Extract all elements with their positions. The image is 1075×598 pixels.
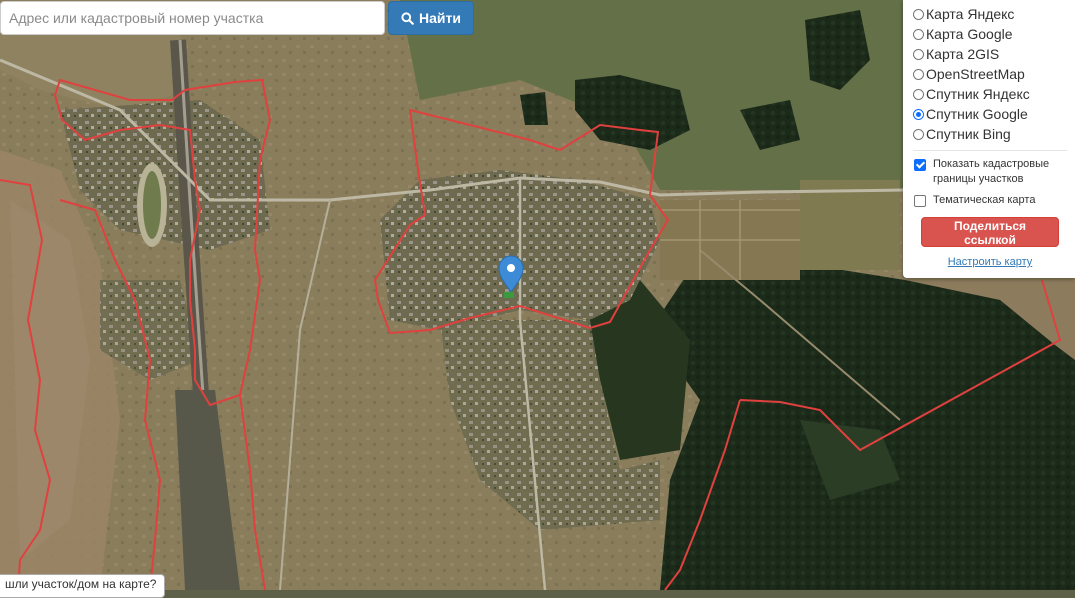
search-input[interactable] bbox=[0, 1, 385, 35]
layer-option-openstreetmap[interactable]: OpenStreetMap bbox=[913, 64, 1067, 84]
radio-button[interactable] bbox=[913, 28, 924, 40]
layer-option-google-satellite[interactable]: Спутник Google bbox=[913, 104, 1067, 124]
cadastral-toggle[interactable]: Показать кадастровые границы участков bbox=[913, 157, 1067, 187]
search-button-label: Найти bbox=[419, 10, 461, 26]
layer-list: Карта Яндекс Карта Google Карта 2GIS Ope… bbox=[913, 4, 1067, 144]
radio-button[interactable] bbox=[913, 88, 924, 100]
layer-label: Спутник Google bbox=[926, 106, 1028, 122]
thematic-toggle[interactable]: Тематическая карта bbox=[913, 193, 1067, 208]
layer-label: Спутник Bing bbox=[926, 126, 1011, 142]
forest-top-4 bbox=[520, 92, 548, 125]
layer-option-yandex-satellite[interactable]: Спутник Яндекс bbox=[913, 84, 1067, 104]
layer-label: Карта Google bbox=[926, 26, 1013, 42]
hint-tooltip[interactable]: шли участок/дом на карте? bbox=[0, 574, 166, 598]
stadium-field bbox=[143, 171, 161, 239]
search-button[interactable]: Найти bbox=[388, 1, 474, 35]
radio-button[interactable] bbox=[913, 48, 924, 60]
layer-option-bing-satellite[interactable]: Спутник Bing bbox=[913, 124, 1067, 144]
radio-button-selected[interactable] bbox=[913, 108, 924, 120]
layer-label: OpenStreetMap bbox=[926, 66, 1025, 82]
thematic-checkbox[interactable] bbox=[914, 195, 926, 207]
cadastral-label: Показать кадастровые границы участков bbox=[933, 158, 1050, 185]
layer-option-2gis-map[interactable]: Карта 2GIS bbox=[913, 44, 1067, 64]
search-bar: Найти bbox=[0, 1, 474, 35]
layer-panel: Карта Яндекс Карта Google Карта 2GIS Ope… bbox=[903, 0, 1075, 278]
layer-option-yandex-map[interactable]: Карта Яндекс bbox=[913, 4, 1067, 24]
layer-label: Спутник Яндекс bbox=[926, 86, 1030, 102]
layer-label: Карта 2GIS bbox=[926, 46, 1000, 62]
parcel-highlight bbox=[504, 292, 514, 298]
search-icon bbox=[401, 11, 414, 25]
panel-divider bbox=[913, 150, 1067, 151]
layer-option-google-map[interactable]: Карта Google bbox=[913, 24, 1067, 44]
configure-map-link[interactable]: Настроить карту bbox=[913, 256, 1067, 268]
radio-button[interactable] bbox=[913, 8, 924, 20]
share-link-button[interactable]: Поделиться ссылкой bbox=[921, 217, 1059, 247]
thematic-label: Тематическая карта bbox=[933, 194, 1036, 206]
radio-button[interactable] bbox=[913, 128, 924, 140]
forest-east bbox=[650, 260, 1075, 590]
plots-far-east bbox=[800, 180, 900, 270]
marker-dot bbox=[507, 264, 515, 272]
radio-button[interactable] bbox=[913, 68, 924, 80]
layer-label: Карта Яндекс bbox=[926, 6, 1015, 22]
cadastral-checkbox[interactable] bbox=[914, 159, 926, 171]
